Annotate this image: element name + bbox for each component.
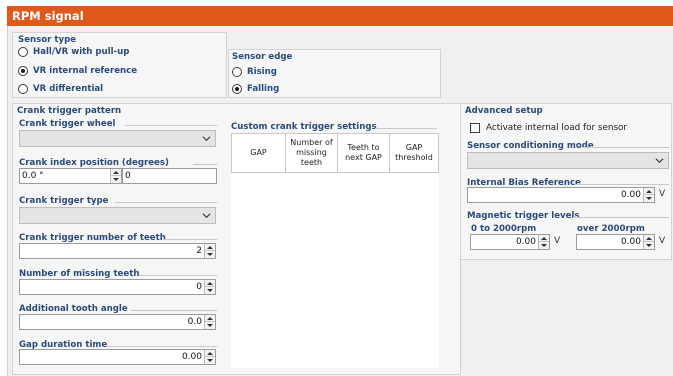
crank-trigger-group: Crank trigger pattern Crank trigger whee…	[12, 103, 461, 375]
tooth-angle-label: Additional tooth angle	[19, 304, 128, 314]
crank-type-label: Crank trigger type	[19, 196, 109, 206]
crank-index-label: Crank index position (degrees)	[19, 158, 169, 168]
crank-wheel-select[interactable]	[19, 130, 216, 147]
column-gap-threshold[interactable]: GAP threshold	[389, 133, 439, 173]
high-rpm-spinner[interactable]	[643, 235, 654, 249]
custom-settings-table[interactable]: GAP Number of missing teeth Teeth to nex…	[231, 133, 439, 368]
custom-settings-title: Custom crank trigger settings	[231, 122, 377, 132]
high-rpm-input[interactable]: 0.00	[576, 234, 655, 250]
bias-reference-input[interactable]: 0.00	[467, 187, 655, 203]
sensor-edge-title: Sensor edge	[232, 52, 293, 62]
sensor-type-option-hall[interactable]: Hall/VR with pull-up	[18, 47, 129, 57]
crank-teeth-separator	[163, 239, 217, 240]
gap-duration-separator	[107, 346, 217, 347]
gap-duration-value: 0.00	[181, 352, 202, 362]
advanced-setup-group: Advanced setup Activate internal load fo…	[460, 103, 672, 260]
sensor-type-group: Sensor type Hall/VR with pull-up VR inte…	[12, 32, 227, 98]
missing-teeth-label: Number of missing teeth	[19, 269, 140, 279]
column-teeth-to-next-gap[interactable]: Teeth to next GAP	[337, 133, 390, 173]
radio-vr-internal[interactable]	[18, 66, 28, 76]
low-rpm-input[interactable]: 0.00	[470, 234, 550, 250]
conditioning-mode-label: Sensor conditioning mode	[467, 141, 594, 151]
crank-trigger-title: Crank trigger pattern	[17, 106, 122, 116]
radio-falling[interactable]	[232, 84, 242, 94]
crank-type-separator	[115, 202, 217, 203]
sensor-type-title: Sensor type	[18, 35, 77, 45]
magnetic-levels-label: Magnetic trigger levels	[467, 211, 580, 221]
magnetic-levels-separator	[573, 217, 669, 218]
radio-rising[interactable]	[232, 67, 242, 77]
radio-hall[interactable]	[18, 47, 28, 57]
bias-reference-separator	[575, 184, 669, 185]
window-title: RPM signal	[12, 9, 84, 23]
missing-teeth-spinner[interactable]	[204, 280, 215, 294]
radio-rising-label: Rising	[247, 67, 277, 77]
high-rpm-unit: V	[659, 236, 666, 246]
low-rpm-spinner[interactable]	[538, 235, 549, 249]
missing-teeth-input[interactable]: 0	[19, 279, 216, 295]
content-area: Sensor type Hall/VR with pull-up VR inte…	[7, 26, 673, 376]
low-rpm-label: 0 to 2000rpm	[471, 224, 537, 234]
crank-type-select[interactable]	[19, 207, 216, 224]
sensor-type-option-vr-differential[interactable]: VR differential	[18, 84, 103, 94]
sensor-type-option-vr-internal[interactable]: VR internal reference	[18, 66, 137, 76]
tooth-angle-spinner[interactable]	[204, 315, 215, 329]
sensor-edge-option-rising[interactable]: Rising	[232, 67, 277, 77]
crank-wheel-separator	[125, 125, 217, 126]
internal-load-checkbox[interactable]	[470, 123, 480, 133]
tooth-angle-separator	[131, 310, 217, 311]
tooth-angle-value: 0.0	[187, 317, 202, 327]
internal-load-checkbox-row[interactable]: Activate internal load for sensor	[470, 123, 627, 133]
radio-vr-differential[interactable]	[18, 84, 28, 94]
high-rpm-value: 0.00	[620, 237, 641, 247]
radio-falling-label: Falling	[247, 84, 280, 94]
crank-index-secondary-input[interactable]: 0	[122, 168, 217, 184]
chevron-down-icon	[655, 158, 664, 164]
conditioning-mode-select[interactable]	[467, 152, 669, 169]
table-empty-area	[232, 173, 439, 369]
bias-reference-unit: V	[659, 189, 666, 199]
crank-wheel-label: Crank trigger wheel	[19, 119, 116, 129]
low-rpm-unit: V	[554, 236, 561, 246]
crank-index-input[interactable]: 0.0 °	[19, 168, 122, 184]
crank-index-spinner[interactable]	[110, 169, 121, 183]
missing-teeth-separator	[139, 275, 217, 276]
column-missing-teeth[interactable]: Number of missing teeth	[285, 133, 338, 173]
high-rpm-label: over 2000rpm	[577, 224, 645, 234]
bias-reference-spinner[interactable]	[643, 188, 654, 202]
crank-index-value: 0.0 °	[22, 171, 44, 181]
crank-teeth-label: Crank trigger number of teeth	[19, 233, 166, 243]
chevron-down-icon	[202, 136, 211, 142]
tooth-angle-input[interactable]: 0.0	[19, 314, 216, 330]
custom-settings-separator	[375, 128, 437, 129]
gap-duration-input[interactable]: 0.00	[19, 349, 216, 365]
advanced-setup-title: Advanced setup	[465, 106, 543, 116]
conditioning-mode-separator	[583, 147, 669, 148]
column-gap[interactable]: GAP	[231, 133, 286, 173]
crank-teeth-value: 2	[196, 246, 202, 256]
radio-vr-differential-label: VR differential	[33, 84, 104, 94]
low-rpm-value: 0.00	[515, 237, 536, 247]
bias-reference-value: 0.00	[620, 190, 641, 200]
chevron-down-icon	[202, 213, 211, 219]
crank-teeth-spinner[interactable]	[204, 244, 215, 258]
window-title-bar: RPM signal	[7, 6, 673, 26]
missing-teeth-value: 0	[196, 282, 202, 292]
sensor-edge-option-falling[interactable]: Falling	[232, 84, 279, 94]
crank-index-separator	[193, 164, 217, 165]
sensor-edge-group: Sensor edge Rising Falling	[228, 49, 441, 98]
crank-teeth-input[interactable]: 2	[19, 243, 216, 259]
crank-index-secondary-value: 0	[125, 171, 131, 181]
internal-load-label: Activate internal load for sensor	[486, 123, 628, 133]
radio-vr-internal-label: VR internal reference	[33, 66, 138, 76]
gap-duration-spinner[interactable]	[204, 350, 215, 364]
radio-hall-label: Hall/VR with pull-up	[33, 47, 130, 57]
